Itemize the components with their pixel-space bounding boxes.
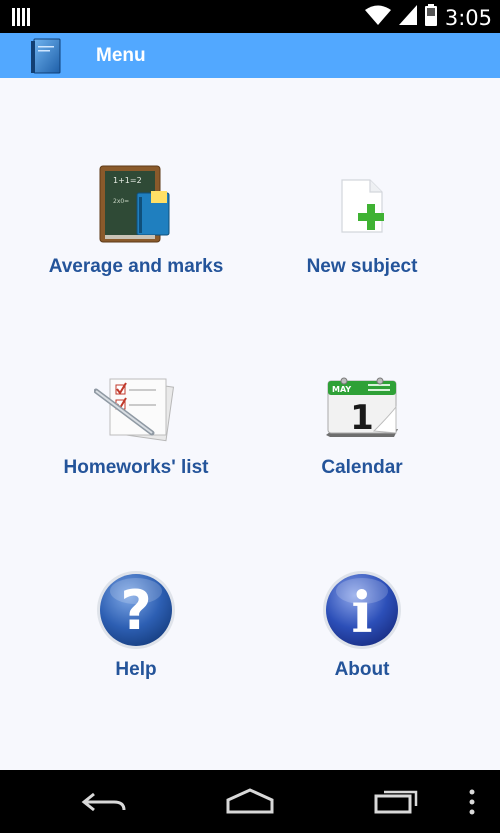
menu-label: Calendar: [321, 457, 403, 478]
add-document-icon: [332, 176, 392, 241]
menu-label: New subject: [306, 256, 418, 277]
svg-text:1+1=2: 1+1=2: [113, 176, 142, 185]
menu-item-calendar[interactable]: MAY 1 Calendar: [237, 359, 487, 559]
menu-label: Homeworks' list: [63, 457, 209, 478]
chalkboard-icon: 1+1=2 2x0=: [99, 163, 173, 250]
menu-item-help[interactable]: ? Help: [11, 561, 261, 761]
clock: 3:05: [444, 5, 492, 30]
help-icon: ?: [95, 569, 177, 656]
action-bar: Menu: [0, 33, 500, 78]
menu-item-homeworks-list[interactable]: Homeworks' list: [11, 359, 261, 559]
checklist-icon: [93, 371, 178, 448]
menu-label: Help: [115, 659, 157, 680]
signal-icon: [398, 5, 417, 30]
navigation-bar: [0, 770, 500, 833]
menu-label: About: [334, 659, 390, 680]
menu-item-new-subject[interactable]: New subject: [237, 158, 487, 358]
page-title: Menu: [96, 45, 146, 66]
svg-text:?: ?: [120, 579, 151, 642]
status-bar: 3:05: [0, 0, 500, 33]
menu-label: Average and marks: [48, 256, 224, 277]
svg-text:2x0=: 2x0=: [113, 198, 129, 205]
overflow-menu-icon[interactable]: [444, 782, 500, 822]
wifi-icon: [364, 5, 391, 30]
battery-icon: [424, 4, 437, 31]
book-icon[interactable]: [30, 36, 64, 76]
calendar-icon: MAY 1: [322, 373, 402, 448]
menu-item-about[interactable]: i About: [237, 561, 487, 761]
svg-text:i: i: [351, 580, 372, 646]
recents-icon[interactable]: [366, 782, 426, 822]
svg-text:1: 1: [350, 398, 374, 438]
home-icon[interactable]: [220, 782, 280, 822]
back-icon[interactable]: [74, 782, 134, 822]
svg-text:MAY: MAY: [332, 385, 351, 394]
menu-grid: 1+1=2 2x0= Average and marks New subject: [0, 78, 500, 770]
info-icon: i: [321, 569, 403, 656]
notification-icon: [12, 8, 30, 31]
menu-item-average-and-marks[interactable]: 1+1=2 2x0= Average and marks: [11, 158, 261, 358]
